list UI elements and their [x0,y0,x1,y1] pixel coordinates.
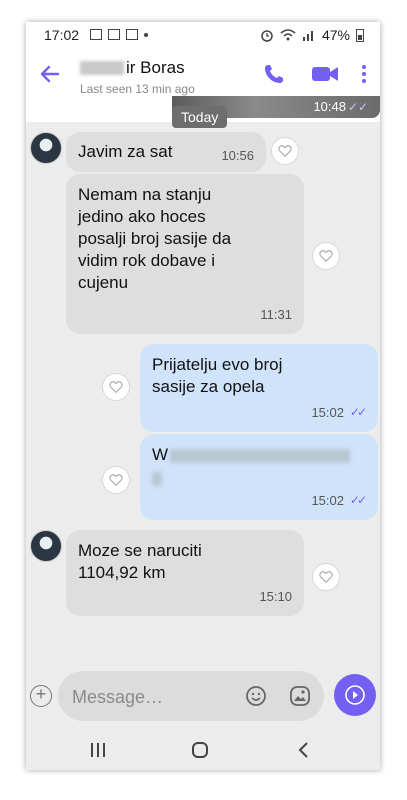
heart-icon [278,145,292,158]
battery-percent: 47% [321,27,350,43]
contact-info[interactable]: ir Boras Last seen 13 min ago [80,58,195,96]
message-text: Moze se naruciti 1104,92 km [78,541,202,582]
back-nav-icon[interactable] [294,741,314,759]
recent-apps-icon[interactable] [88,741,108,759]
heart-icon [109,381,123,394]
redacted-chassis-number [152,472,162,486]
heart-icon [109,474,123,487]
system-navigation-bar [26,731,380,770]
message-time: 10:56 [221,148,254,163]
gallery-icon[interactable] [288,684,312,708]
incoming-message[interactable]: Moze se naruciti 1104,92 km 15:10 [66,530,304,616]
heart-icon [319,571,333,584]
message-composer: + [26,665,380,731]
read-ticks-icon: ✓✓ [349,493,367,507]
back-arrow-icon[interactable] [36,60,64,88]
incoming-message[interactable]: Nemam na stanju jedino ako hoces posalji… [66,174,304,334]
like-button[interactable] [312,563,340,591]
contact-avatar[interactable] [30,132,62,164]
last-seen-status: Last seen 13 min ago [80,82,195,96]
message-time: 15:02 [311,405,344,420]
notification-icons [90,29,148,40]
read-ticks-icon: ✓✓ [347,100,368,114]
like-button[interactable] [102,373,130,401]
like-button[interactable] [271,137,299,165]
status-bar: 17:02 47% [26,22,380,48]
previous-message-time: 10:48 [313,99,346,114]
wifi-icon [280,29,296,41]
message-input[interactable] [70,685,234,709]
more-notifications-icon [144,33,148,37]
message-text: W [152,445,169,464]
message-text: Javim za sat [78,142,173,161]
message-time: 15:10 [259,589,292,604]
gallery-notification-icon [126,29,138,40]
phone-screen: 17:02 47% ir Boras Last seen 13 min ago [26,22,380,770]
message-field-container [58,671,324,721]
contact-name: ir Boras [126,58,185,77]
read-ticks-icon: ✓✓ [349,405,367,419]
add-attachment-icon[interactable]: + [30,685,52,707]
emoji-icon[interactable] [244,684,268,708]
contact-avatar[interactable] [30,530,62,562]
more-menu-icon[interactable] [358,62,370,86]
incoming-message[interactable]: Javim za sat 10:56 [66,132,266,172]
message-time: 11:31 [260,307,292,322]
send-button[interactable] [334,674,376,716]
notification-icon [108,29,120,40]
message-text: Nemam na stanju jedino ako hoces posalji… [78,185,232,292]
alarm-icon [261,30,273,42]
outgoing-message[interactable]: Prijatelju evo broj sasije za opela 15:0… [140,344,378,432]
home-icon[interactable] [190,741,210,759]
redacted-name-prefix [80,61,124,75]
heart-icon [319,250,333,263]
video-call-icon[interactable] [310,62,340,86]
signal-icon [302,31,313,41]
outgoing-message[interactable]: W 15:02 ✓✓ [140,434,378,520]
phone-icon[interactable] [262,62,286,86]
notification-icon [90,29,102,40]
like-button[interactable] [312,242,340,270]
redacted-chassis-number [170,448,351,463]
like-button[interactable] [102,466,130,494]
send-arrow-icon [345,685,365,705]
system-icons: 47% [260,27,364,43]
message-time: 15:02 [311,493,344,508]
message-text: Prijatelju evo broj sasije za opela [152,355,283,396]
battery-icon [356,28,364,42]
status-time: 17:02 [44,27,80,43]
date-separator: Today [172,106,228,128]
